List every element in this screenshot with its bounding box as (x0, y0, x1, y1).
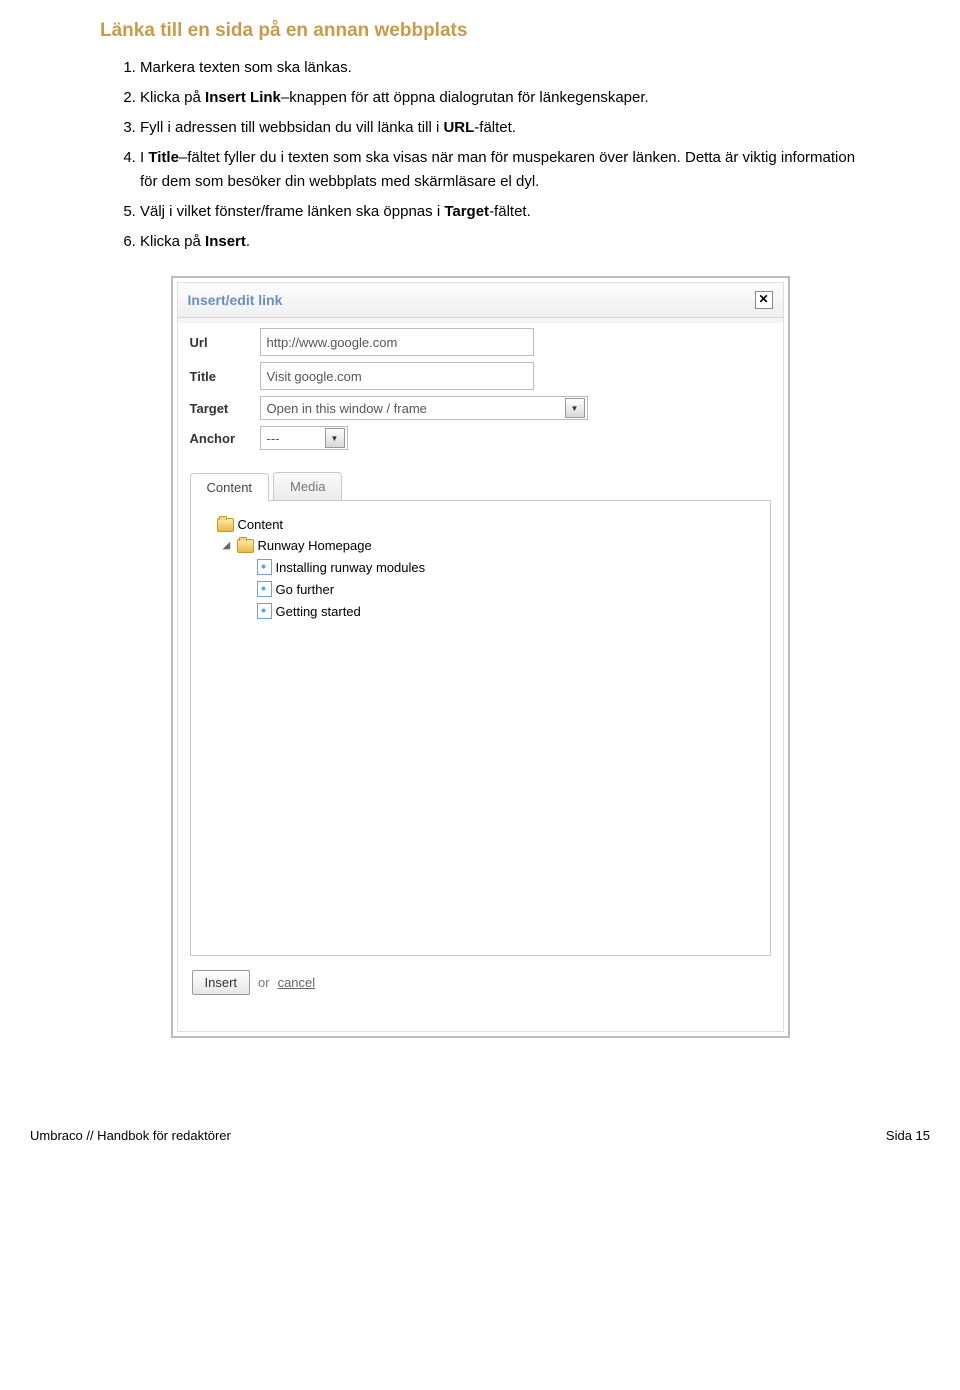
title-input[interactable] (260, 362, 534, 390)
target-select[interactable]: Open in this window / frame ▼ (260, 396, 588, 420)
tab-media[interactable]: Media (273, 472, 342, 500)
label-title: Title (190, 369, 260, 384)
tree-node-content[interactable]: Content (203, 515, 758, 534)
folder-icon (217, 518, 234, 532)
cancel-link[interactable]: cancel (278, 975, 316, 990)
label-anchor: Anchor (190, 431, 260, 446)
url-input[interactable] (260, 328, 534, 356)
dialog-footer: Insert or cancel (178, 956, 783, 1031)
page-footer: Umbraco // Handbok för redaktörer Sida 1… (0, 1078, 960, 1153)
tab-row: Content Media (190, 472, 771, 501)
or-text: or (258, 975, 270, 990)
close-icon[interactable]: ✕ (755, 291, 773, 309)
chevron-down-icon[interactable]: ▼ (325, 428, 345, 448)
chevron-down-icon[interactable]: ▼ (565, 398, 585, 418)
footer-right: Sida 15 (886, 1128, 930, 1143)
doc-icon (257, 559, 272, 575)
section-title: Länka till en sida på en annan webbplats (100, 20, 860, 42)
form-area: Url Title Target Open in this window / f… (178, 318, 783, 460)
dialog-title: Insert/edit link (188, 292, 283, 308)
expander-icon[interactable]: ◢ (223, 540, 233, 551)
doc-icon (257, 603, 272, 619)
tree-node-child[interactable]: Getting started (243, 601, 758, 621)
steps-list: Markera texten som ska länkas. Klicka på… (100, 56, 860, 254)
folder-icon (237, 539, 254, 553)
step-6: Klicka på Insert. (140, 230, 860, 254)
footer-left: Umbraco // Handbok för redaktörer (30, 1128, 231, 1143)
step-3: Fyll i adressen till webbsidan du vill l… (140, 116, 860, 140)
tree-node-child[interactable]: Go further (243, 579, 758, 599)
label-target: Target (190, 401, 260, 416)
dialog-header: Insert/edit link ✕ (178, 283, 783, 318)
tree-node-child[interactable]: Installing runway modules (243, 557, 758, 577)
step-2: Klicka på Insert Link–knappen för att öp… (140, 86, 860, 110)
step-4: I Title–fältet fyller du i texten som sk… (140, 146, 860, 194)
label-url: Url (190, 335, 260, 350)
tree-node-homepage[interactable]: ◢ Runway Homepage (223, 536, 758, 555)
step-1: Markera texten som ska länkas. (140, 56, 860, 80)
insert-link-dialog: Insert/edit link ✕ Url Title Target Open… (171, 276, 790, 1038)
doc-icon (257, 581, 272, 597)
step-5: Välj i vilket fönster/frame länken ska ö… (140, 200, 860, 224)
insert-button[interactable]: Insert (192, 970, 251, 995)
content-tree-area: Content ◢ Runway Homepage (190, 501, 771, 956)
tab-content[interactable]: Content (190, 473, 270, 501)
anchor-select[interactable]: --- ▼ (260, 426, 348, 450)
